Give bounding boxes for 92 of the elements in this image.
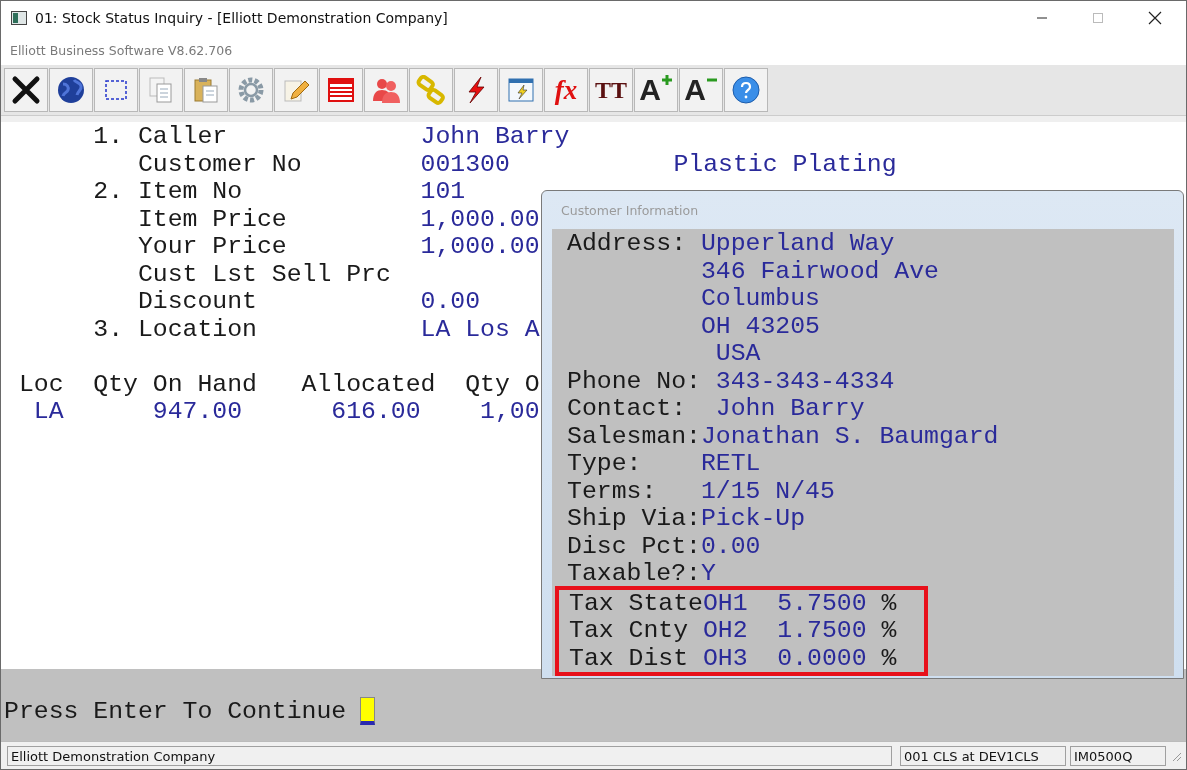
info-value: RETL	[700, 450, 761, 478]
info-label: Salesman:	[567, 422, 701, 450]
gear-icon	[236, 75, 266, 105]
info-label: Contact:	[567, 395, 686, 423]
close-icon[interactable]	[1148, 11, 1162, 25]
status-panel: Elliott Demonstration Company	[7, 745, 892, 766]
close-icon	[11, 75, 41, 105]
info-value: 1/15 N/45	[700, 477, 835, 505]
globe-icon	[56, 75, 86, 105]
toolbar-button[interactable]: fx	[544, 68, 588, 112]
field-number: 1.	[93, 123, 123, 151]
info-value: 346 Fairwood Ave	[700, 257, 939, 285]
column-header: Allocated	[301, 370, 436, 398]
info-value: Pick-Up	[700, 505, 805, 533]
status-panel: 001 CLS at DEV1CLS	[900, 745, 1066, 766]
plus-icon	[660, 74, 673, 86]
toolbar-button[interactable]	[454, 68, 498, 112]
tax-code: OH1	[702, 589, 748, 617]
table-cell: LA	[33, 398, 64, 426]
table-cell: 616.00	[331, 398, 421, 426]
field-value: 101	[420, 178, 466, 206]
info-value: Y	[700, 560, 716, 588]
info-label: Terms:	[567, 477, 657, 505]
font-size-label: A	[684, 75, 706, 105]
field-value: LA Los A	[420, 315, 540, 343]
field-description: Plastic Plating	[673, 150, 897, 178]
toolbar-button[interactable]: A	[634, 68, 678, 112]
tax-rate: 1.7500	[777, 617, 867, 645]
font-label: TT	[595, 76, 627, 104]
app-version: Elliott Business Software V8.62.706	[10, 42, 233, 58]
info-label: Address:	[567, 230, 686, 258]
table-cell: 947.00	[152, 398, 242, 426]
formula-label: fx	[554, 74, 578, 106]
field-label: Your Price	[137, 233, 287, 261]
info-value: OH 43205	[700, 312, 821, 340]
info-value: 0.00	[700, 532, 761, 560]
window-lightning-icon	[506, 75, 536, 105]
status-panel: IM0500Q	[1070, 745, 1166, 766]
toolbar-button[interactable]	[4, 68, 48, 112]
field-label: Cust Lst Sell Prc	[137, 260, 391, 288]
info-value: John Barry	[715, 395, 865, 423]
info-value: USA	[715, 340, 761, 368]
field-number: 3.	[93, 315, 123, 343]
field-value: 1,000.00	[420, 233, 540, 261]
tax-rate: 0.0000	[777, 644, 867, 672]
info-label: Type:	[567, 450, 642, 478]
column-header: Loc	[18, 370, 64, 398]
tax-label: Tax State	[569, 589, 703, 617]
field-value: 0.00	[420, 288, 480, 316]
table-cell: 1,00	[480, 398, 540, 426]
field-label: Location	[137, 315, 257, 343]
field-value: 1,000.00	[420, 205, 540, 233]
maximize-icon[interactable]	[1092, 12, 1104, 24]
info-label: Phone No:	[567, 367, 701, 395]
paste-icon	[191, 75, 221, 105]
field-label: Item No	[137, 178, 242, 206]
column-header: Qty On Hand	[93, 370, 257, 398]
window-title: 01: Stock Status Inquiry - [Elliott Demonstration Company]	[35, 10, 448, 26]
field-label: Discount	[137, 288, 257, 316]
field-number: 2.	[93, 178, 123, 206]
tax-label: Tax Cnty	[569, 617, 688, 645]
info-label: Disc Pct:	[567, 532, 701, 560]
info-value: 343-343-4334	[715, 367, 895, 395]
window-icon	[11, 11, 27, 25]
percent-sign: %	[881, 644, 897, 672]
percent-sign: %	[881, 617, 897, 645]
tax-code: OH3	[702, 644, 748, 672]
percent-sign: %	[881, 589, 897, 617]
toolbar-button[interactable]: A	[679, 68, 723, 112]
prompt-text: Press Enter To Continue	[4, 697, 347, 725]
chain-link-icon	[416, 75, 446, 105]
tax-rate: 5.7500	[777, 589, 867, 617]
info-value: Upperland Way	[700, 230, 895, 258]
field-label: Caller	[137, 123, 228, 151]
table-icon	[326, 75, 356, 105]
tax-label: Tax Dist	[569, 644, 688, 672]
info-label: Taxable?:	[567, 560, 701, 588]
toolbar-button[interactable]	[49, 68, 93, 112]
field-value: 001300	[420, 150, 510, 178]
font-size-label: A	[639, 75, 661, 105]
help-icon	[731, 75, 761, 105]
toolbar-button[interactable]: TT	[589, 68, 633, 112]
info-value: Columbus	[700, 285, 820, 313]
column-header: Qty O	[465, 370, 540, 398]
tax-code: OH2	[702, 617, 748, 645]
text-cursor	[360, 697, 376, 725]
info-label: Ship Via:	[567, 505, 701, 533]
field-value: John Barry	[420, 123, 570, 151]
info-value: Jonathan S. Baumgard	[700, 422, 999, 450]
field-label: Item Price	[137, 205, 287, 233]
dialog-title: Customer Information	[561, 202, 699, 218]
field-label: Customer No	[137, 150, 302, 178]
